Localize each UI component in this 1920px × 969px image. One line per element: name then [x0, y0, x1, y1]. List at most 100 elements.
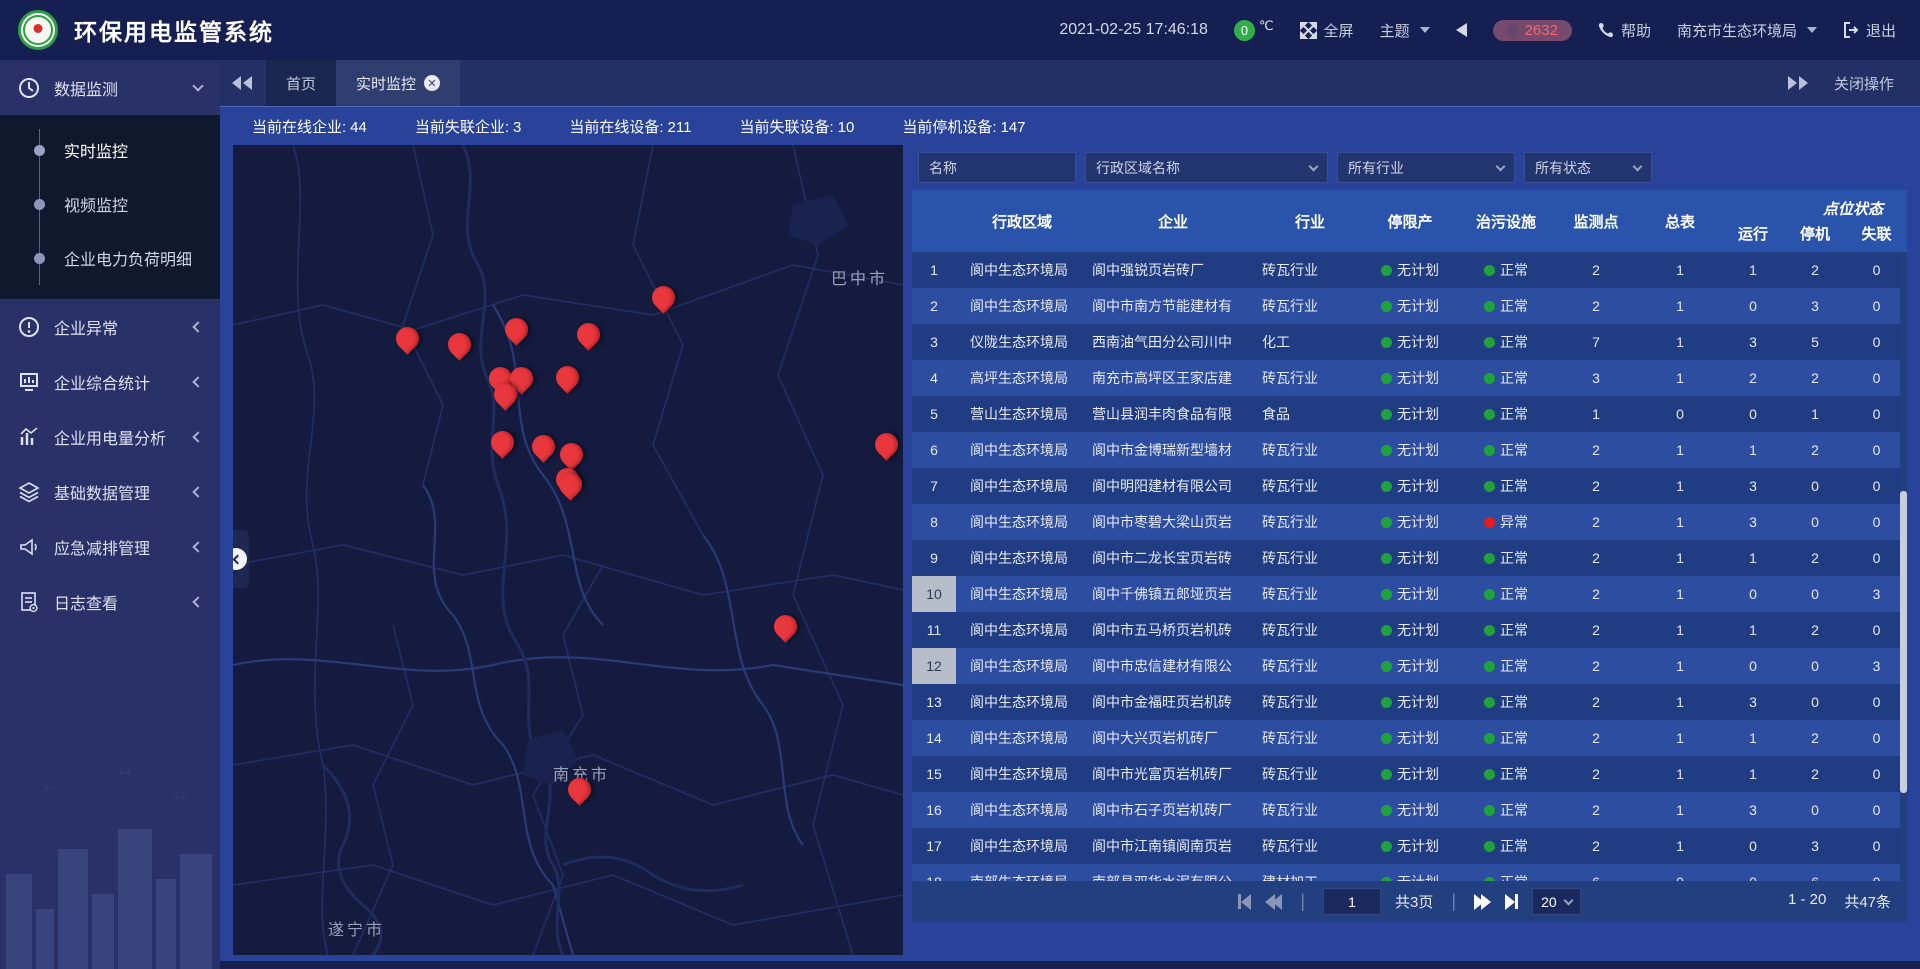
- cell-production-status: 无计划: [1362, 288, 1458, 324]
- tab-realtime-monitoring[interactable]: 实时监控 ✕: [336, 60, 460, 106]
- tab-home[interactable]: 首页: [266, 60, 336, 106]
- table-row[interactable]: 12 阆中生态环境局 阆中市忠信建材有限公 砖瓦行业 无计划 正常 2 1 0 …: [912, 648, 1907, 684]
- cell-region: 阆中生态环境局: [956, 252, 1088, 288]
- table-row[interactable]: 1 阆中生态环境局 阆中强锐页岩砖厂 砖瓦行业 无计划 正常 2 1 1 2 0: [912, 252, 1907, 288]
- cell-region: 阆中生态环境局: [956, 684, 1088, 720]
- cell-facility-status: 正常: [1458, 288, 1554, 324]
- prev-page-button[interactable]: [1265, 894, 1282, 910]
- table-row[interactable]: 10 阆中生态环境局 阆中千佛镇五郎垭页岩 砖瓦行业 无计划 正常 2 1 0 …: [912, 576, 1907, 612]
- cell-stop: 1: [1784, 396, 1846, 432]
- page-size-select[interactable]: 20: [1532, 888, 1581, 915]
- table-row[interactable]: 17 阆中生态环境局 阆中市江南镇阆南页岩 砖瓦行业 无计划 正常 2 1 0 …: [912, 828, 1907, 864]
- cell-meters: 0: [1638, 864, 1722, 881]
- name-input[interactable]: [929, 160, 1065, 176]
- sidebar-item-video-monitoring[interactable]: 视频监控: [0, 177, 220, 231]
- cell-run: 0: [1722, 396, 1784, 432]
- fullscreen-icon: [1300, 22, 1317, 39]
- table-row[interactable]: 4 高坪生态环境局 南充市高坪区王家店建 砖瓦行业 无计划 正常 3 1 2 2…: [912, 360, 1907, 396]
- first-page-button[interactable]: [1238, 894, 1251, 910]
- table-row[interactable]: 2 阆中生态环境局 阆中市南方节能建材有 砖瓦行业 无计划 正常 2 1 0 3…: [912, 288, 1907, 324]
- layers-icon: [18, 481, 40, 503]
- cell-production-status: 无计划: [1362, 684, 1458, 720]
- next-page-button[interactable]: [1474, 894, 1491, 910]
- region-filter-select[interactable]: 行政区域名称: [1085, 152, 1328, 183]
- sidebar-item-label: 企业异常: [54, 315, 118, 339]
- status-dot-icon: [1381, 553, 1392, 564]
- cell-monitor-points: 2: [1554, 648, 1638, 684]
- tabs-scroll-left-button[interactable]: [220, 60, 266, 106]
- map-collapse-handle[interactable]: [233, 530, 249, 588]
- cell-run: 3: [1722, 504, 1784, 540]
- table-row[interactable]: 9 阆中生态环境局 阆中市二龙长宝页岩砖 砖瓦行业 无计划 正常 2 1 1 2…: [912, 540, 1907, 576]
- cell-meters: 1: [1638, 792, 1722, 828]
- table-row[interactable]: 14 阆中生态环境局 阆中大兴页岩机砖厂 砖瓦行业 无计划 正常 2 1 1 2…: [912, 720, 1907, 756]
- alert-circle-icon: [18, 316, 40, 338]
- pagination-summary: 1 - 20 共47条: [1788, 891, 1907, 912]
- cell-company: 阆中市江南镇阆南页岩: [1088, 828, 1258, 864]
- cell-monitor-points: 2: [1554, 252, 1638, 288]
- close-operations-button[interactable]: 关闭操作: [1834, 73, 1894, 94]
- double-right-arrow-icon[interactable]: [1786, 76, 1808, 90]
- sidebar-item-log-view[interactable]: 日志查看: [0, 574, 220, 629]
- header-right: 2021-02-25 17:46:18 0 ℃ 全屏 主题: [1059, 20, 1896, 41]
- content-area: 巴中市 南充市 遂宁市 行政区域名称 所有行业: [220, 145, 1920, 961]
- table-row[interactable]: 15 阆中生态环境局 阆中市光富页岩机砖厂 砖瓦行业 无计划 正常 2 1 1 …: [912, 756, 1907, 792]
- fullscreen-button[interactable]: 全屏: [1300, 20, 1354, 41]
- status-filter-select[interactable]: 所有状态: [1524, 152, 1652, 183]
- table-row[interactable]: 7 阆中生态环境局 阆中明阳建材有限公司 砖瓦行业 无计划 正常 2 1 3 0…: [912, 468, 1907, 504]
- sound-button[interactable]: [1456, 23, 1467, 37]
- org-label: 南充市生态环境局: [1677, 20, 1797, 41]
- cell-run: 0: [1722, 648, 1784, 684]
- sidebar-item-base-data-management[interactable]: 基础数据管理: [0, 464, 220, 519]
- table-row[interactable]: 8 阆中生态环境局 阆中市枣碧大梁山页岩 砖瓦行业 无计划 异常 2 1 3 0…: [912, 504, 1907, 540]
- scrollbar-thumb[interactable]: [1900, 491, 1907, 793]
- cell-meters: 1: [1638, 468, 1722, 504]
- page-input[interactable]: 1: [1323, 888, 1381, 915]
- table-row[interactable]: 11 阆中生态环境局 阆中市五马桥页岩机砖 砖瓦行业 无计划 正常 2 1 1 …: [912, 612, 1907, 648]
- sidebar-item-enterprise-statistics[interactable]: 企业综合统计: [0, 354, 220, 409]
- app-title: 环保用电监管系统: [74, 13, 274, 47]
- cell-facility-status: 正常: [1458, 576, 1554, 612]
- sidebar-item-power-usage-analysis[interactable]: 企业用电量分析: [0, 409, 220, 464]
- table-row[interactable]: 5 营山生态环境局 营山县润丰肉食品有限 食品 无计划 正常 1 0 0 1 0: [912, 396, 1907, 432]
- map[interactable]: 巴中市 南充市 遂宁市: [233, 145, 903, 955]
- logout-button[interactable]: 退出: [1843, 20, 1896, 41]
- industry-filter-select[interactable]: 所有行业: [1337, 152, 1515, 183]
- table-scrollbar[interactable]: [1900, 252, 1907, 881]
- table-row[interactable]: 3 仪陇生态环境局 西南油气田分公司川中 化工 无计划 正常 7 1 3 5 0: [912, 324, 1907, 360]
- org-dropdown[interactable]: 南充市生态环境局: [1677, 20, 1817, 41]
- sidebar-item-emergency-reduction[interactable]: 应急减排管理: [0, 519, 220, 574]
- table-row[interactable]: 6 阆中生态环境局 阆中市金博瑞新型墙材 砖瓦行业 无计划 正常 2 1 1 2…: [912, 432, 1907, 468]
- sidebar-item-data-monitoring[interactable]: 数据监测: [0, 60, 220, 115]
- cell-stop: 2: [1784, 540, 1846, 576]
- stat-online-devices: 当前在线设备:211: [569, 116, 691, 137]
- cell-stop: 0: [1784, 648, 1846, 684]
- sidebar-item-enterprise-abnormal[interactable]: 企业异常: [0, 299, 220, 354]
- cell-run: 3: [1722, 684, 1784, 720]
- cell-run: 3: [1722, 792, 1784, 828]
- page-size-value: 20: [1541, 894, 1557, 910]
- sidebar-item-label: 企业综合统计: [54, 370, 150, 394]
- table-row[interactable]: 16 阆中生态环境局 阆中市石子页岩机砖厂 砖瓦行业 无计划 正常 2 1 3 …: [912, 792, 1907, 828]
- name-filter[interactable]: [918, 152, 1076, 183]
- cell-stop: 3: [1784, 288, 1846, 324]
- gauge-icon: [18, 77, 40, 99]
- map-roads: [233, 145, 903, 955]
- last-page-button[interactable]: [1505, 894, 1518, 910]
- col-company: 企业: [1088, 190, 1258, 252]
- status-dot-icon: [1381, 697, 1392, 708]
- sidebar-item-power-load-detail[interactable]: 企业电力负荷明细: [0, 231, 220, 285]
- help-button[interactable]: 帮助: [1598, 20, 1651, 41]
- notification-badge[interactable]: 2632: [1493, 20, 1572, 41]
- tab-close-icon[interactable]: ✕: [424, 75, 440, 91]
- sidebar-item-realtime-monitoring[interactable]: 实时监控: [0, 123, 220, 177]
- table-row[interactable]: 18 南部生态环境局 南部县双华水泥有限公 建材加工 无计划 正常 6 0 0 …: [912, 864, 1907, 881]
- theme-dropdown[interactable]: 主题: [1380, 20, 1430, 41]
- cell-monitor-points: 2: [1554, 288, 1638, 324]
- table-row[interactable]: 13 阆中生态环境局 阆中市金福旺页岩机砖 砖瓦行业 无计划 正常 2 1 3 …: [912, 684, 1907, 720]
- status-dot-icon: [1484, 301, 1495, 312]
- cell-monitor-points: 2: [1554, 612, 1638, 648]
- stats-bar: 当前在线企业:44 当前失联企业:3 当前在线设备:211 当前失联设备:10 …: [220, 106, 1920, 145]
- megaphone-icon: [18, 536, 40, 558]
- cell-lost: 0: [1846, 828, 1907, 864]
